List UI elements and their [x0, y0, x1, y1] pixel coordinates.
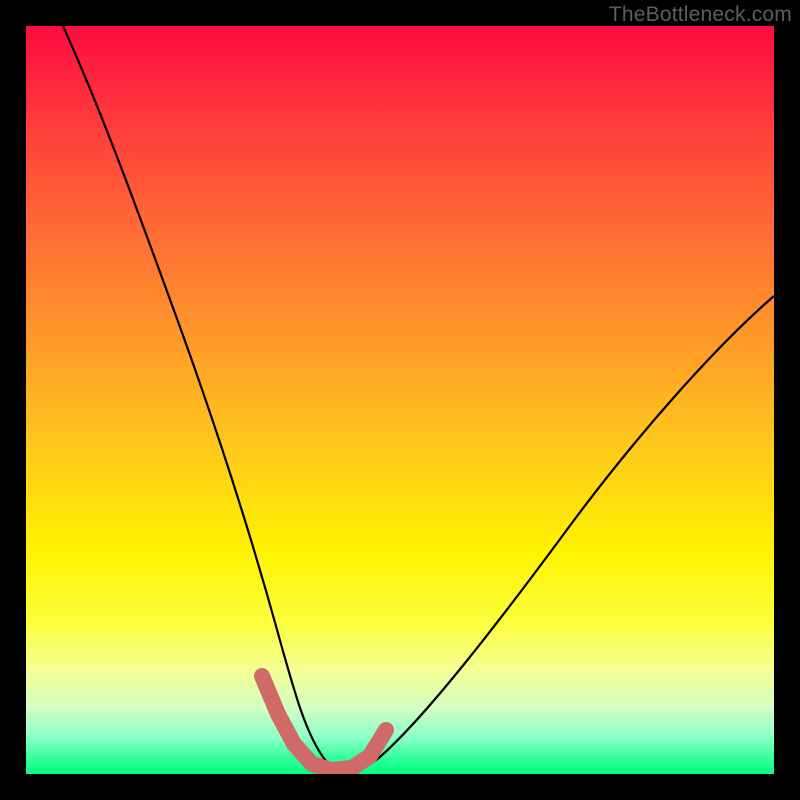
optimal-marker-path [262, 676, 386, 770]
watermark-text: TheBottleneck.com [609, 3, 792, 27]
curve-layer [26, 26, 774, 774]
bottleneck-curve-path [56, 26, 774, 770]
plot-area [26, 26, 774, 774]
chart-frame: TheBottleneck.com [0, 0, 800, 800]
